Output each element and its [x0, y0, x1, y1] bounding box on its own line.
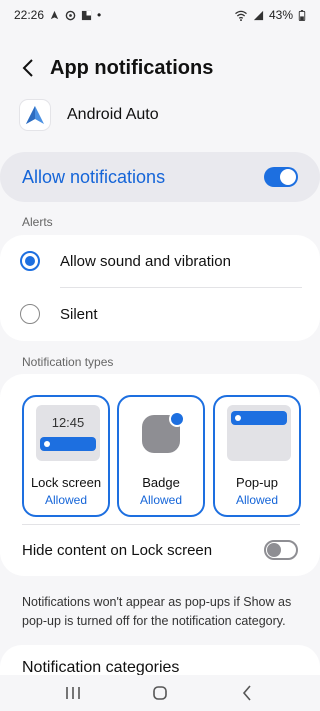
- type-badge[interactable]: Badge Allowed: [117, 395, 205, 517]
- type-lock-screen[interactable]: 12:45 Lock screen Allowed: [22, 395, 110, 517]
- alert-option-sound-vibration[interactable]: Allow sound and vibration: [0, 235, 320, 287]
- more-notifications-dot-icon: •: [97, 8, 102, 22]
- hide-content-row[interactable]: Hide content on Lock screen: [0, 525, 320, 575]
- allow-notifications-label: Allow notifications: [22, 166, 166, 187]
- info-text: Notifications won't appear as pop-ups if…: [22, 595, 292, 628]
- app-row: Android Auto: [20, 100, 159, 130]
- type-status: Allowed: [235, 493, 279, 507]
- toggle-knob: [267, 543, 281, 557]
- type-name: Lock screen: [30, 475, 102, 490]
- hide-content-label: Hide content on Lock screen: [22, 541, 213, 559]
- status-bar: 22:26 • 43%: [0, 0, 320, 30]
- alert-option-label: Silent: [60, 305, 98, 323]
- home-icon: [153, 686, 167, 700]
- whatsapp-icon: [65, 10, 76, 20]
- location-icon: [50, 10, 59, 19]
- status-time: 22:26: [14, 8, 45, 22]
- type-status: Allowed: [139, 493, 183, 507]
- signal-icon: [253, 10, 264, 20]
- allow-notifications-row[interactable]: Allow notifications: [0, 152, 320, 202]
- preview-time: 12:45: [51, 415, 85, 430]
- notification-types-section-label: Notification types: [22, 355, 114, 369]
- pop-up-preview-icon: [227, 405, 291, 461]
- app-notification-icon: [81, 10, 92, 20]
- back-button[interactable]: [8, 48, 48, 88]
- navigation-bar: [0, 675, 320, 711]
- toggle-knob: [280, 169, 296, 185]
- status-right: 43%: [234, 8, 306, 22]
- alerts-section-label: Alerts: [22, 215, 53, 229]
- radio-button[interactable]: [20, 304, 40, 324]
- alert-option-label: Allow sound and vibration: [60, 252, 231, 270]
- page-title: App notifications: [50, 56, 214, 79]
- radio-button-selected[interactable]: [20, 251, 40, 271]
- allow-notifications-toggle[interactable]: [264, 167, 298, 187]
- type-pop-up[interactable]: Pop-up Allowed: [213, 395, 301, 517]
- alert-option-silent[interactable]: Silent: [0, 288, 320, 340]
- type-status: Allowed: [44, 493, 88, 507]
- notification-categories-label: Notification categories: [22, 659, 180, 675]
- type-name: Badge: [142, 475, 180, 490]
- popup-notification-bar: [231, 411, 287, 425]
- type-name: Pop-up: [236, 475, 278, 490]
- lock-screen-preview-icon: 12:45: [36, 405, 100, 461]
- header: App notifications: [0, 48, 320, 88]
- status-left: 22:26 •: [14, 8, 101, 22]
- recent-apps-icon: [66, 687, 81, 699]
- app-name: Android Auto: [67, 106, 159, 123]
- badge-dot-icon: [169, 411, 185, 427]
- lock-notification-bar: [40, 437, 96, 451]
- wifi-icon: [235, 10, 247, 21]
- battery-level: 43%: [268, 8, 293, 22]
- hide-content-toggle[interactable]: [264, 540, 298, 560]
- chevron-left-icon: [242, 685, 251, 701]
- recent-apps-button[interactable]: [53, 678, 93, 708]
- back-nav-button[interactable]: [227, 678, 267, 708]
- notification-categories-row[interactable]: Notification categories: [0, 645, 320, 675]
- alerts-card: Allow sound and vibration Silent: [0, 235, 320, 341]
- battery-icon: [298, 9, 306, 21]
- home-button[interactable]: [140, 678, 180, 708]
- chevron-left-icon: [22, 59, 33, 77]
- android-auto-icon: [20, 100, 50, 130]
